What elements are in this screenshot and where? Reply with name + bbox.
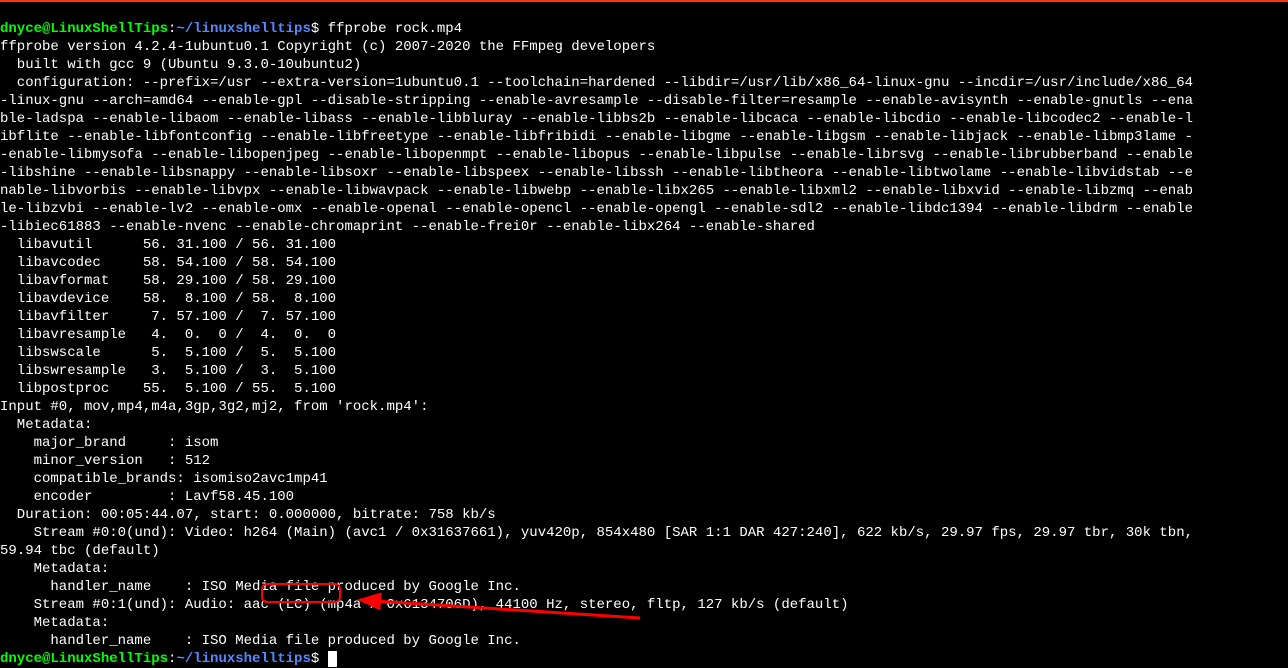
output-line: handler_name : ISO Media file produced b…: [0, 579, 521, 595]
output-line: libavutil 56. 31.100 / 56. 31.100: [0, 237, 336, 253]
output-line: libavformat 58. 29.100 / 58. 29.100: [0, 273, 336, 289]
output-line: libswscale 5. 5.100 / 5. 5.100: [0, 345, 336, 361]
command-input: ffprobe rock.mp4: [328, 21, 462, 37]
output-line: libavresample 4. 0. 0 / 4. 0. 0: [0, 327, 336, 343]
output-line: -libshine --enable-libsnappy --enable-li…: [0, 165, 1193, 181]
terminal-cursor[interactable]: [328, 651, 337, 667]
output-line: le-libzvbi --enable-lv2 --enable-omx --e…: [0, 201, 1193, 217]
output-line: handler_name : ISO Media file produced b…: [0, 633, 521, 649]
output-line: Metadata:: [0, 615, 109, 631]
output-line: libswresample 3. 5.100 / 3. 5.100: [0, 363, 336, 379]
output-line: ble-ladspa --enable-libaom --enable-liba…: [0, 111, 1193, 127]
output-line: minor_version : 512: [0, 453, 210, 469]
output-line: libavfilter 7. 57.100 / 7. 57.100: [0, 309, 336, 325]
output-line: built with gcc 9 (Ubuntu 9.3.0-10ubuntu2…: [0, 57, 361, 73]
output-line: compatible_brands: isomiso2avc1mp41: [0, 471, 328, 487]
output-line: Stream #0:1(und): Audio: aac (LC) (mp4a …: [0, 597, 849, 613]
output-line: libavdevice 58. 8.100 / 58. 8.100: [0, 291, 336, 307]
prompt-path: ~/linuxshelltips: [176, 21, 310, 37]
output-line: -linux-gnu --arch=amd64 --enable-gpl --d…: [0, 93, 1193, 109]
output-line: encoder : Lavf58.45.100: [0, 489, 294, 505]
prompt-path: ~/linuxshelltips: [176, 651, 310, 667]
prompt-user: dnyce@LinuxShellTips: [0, 21, 168, 37]
terminal-window[interactable]: dnyce@LinuxShellTips:~/linuxshelltips$ f…: [0, 0, 1288, 668]
output-line: -enable-libmysofa --enable-libopenjpeg -…: [0, 147, 1193, 163]
output-line: libpostproc 55. 5.100 / 55. 5.100: [0, 381, 336, 397]
prompt-dollar: $: [311, 651, 328, 667]
output-line: nable-libvorbis --enable-libvpx --enable…: [0, 183, 1193, 199]
output-line: Duration: 00:05:44.07, start: 0.000000, …: [0, 507, 496, 523]
output-line: configuration: --prefix=/usr --extra-ver…: [0, 75, 1193, 91]
output-line: Input #0, mov,mp4,m4a,3gp,3g2,mj2, from …: [0, 399, 428, 415]
output-line: 59.94 tbc (default): [0, 543, 160, 559]
output-line: ffprobe version 4.2.4-1ubuntu0.1 Copyrig…: [0, 39, 655, 55]
output-line: major_brand : isom: [0, 435, 218, 451]
output-line: Metadata:: [0, 561, 109, 577]
output-line: libavcodec 58. 54.100 / 58. 54.100: [0, 255, 336, 271]
output-line: Stream #0:0(und): Video: h264 (Main) (av…: [0, 525, 1201, 541]
output-line: Metadata:: [0, 417, 92, 433]
prompt-user: dnyce@LinuxShellTips: [0, 651, 168, 667]
output-line: -libiec61883 --enable-nvenc --enable-chr…: [0, 219, 815, 235]
prompt-dollar: $: [311, 21, 328, 37]
output-line: ibflite --enable-libfontconfig --enable-…: [0, 129, 1193, 145]
